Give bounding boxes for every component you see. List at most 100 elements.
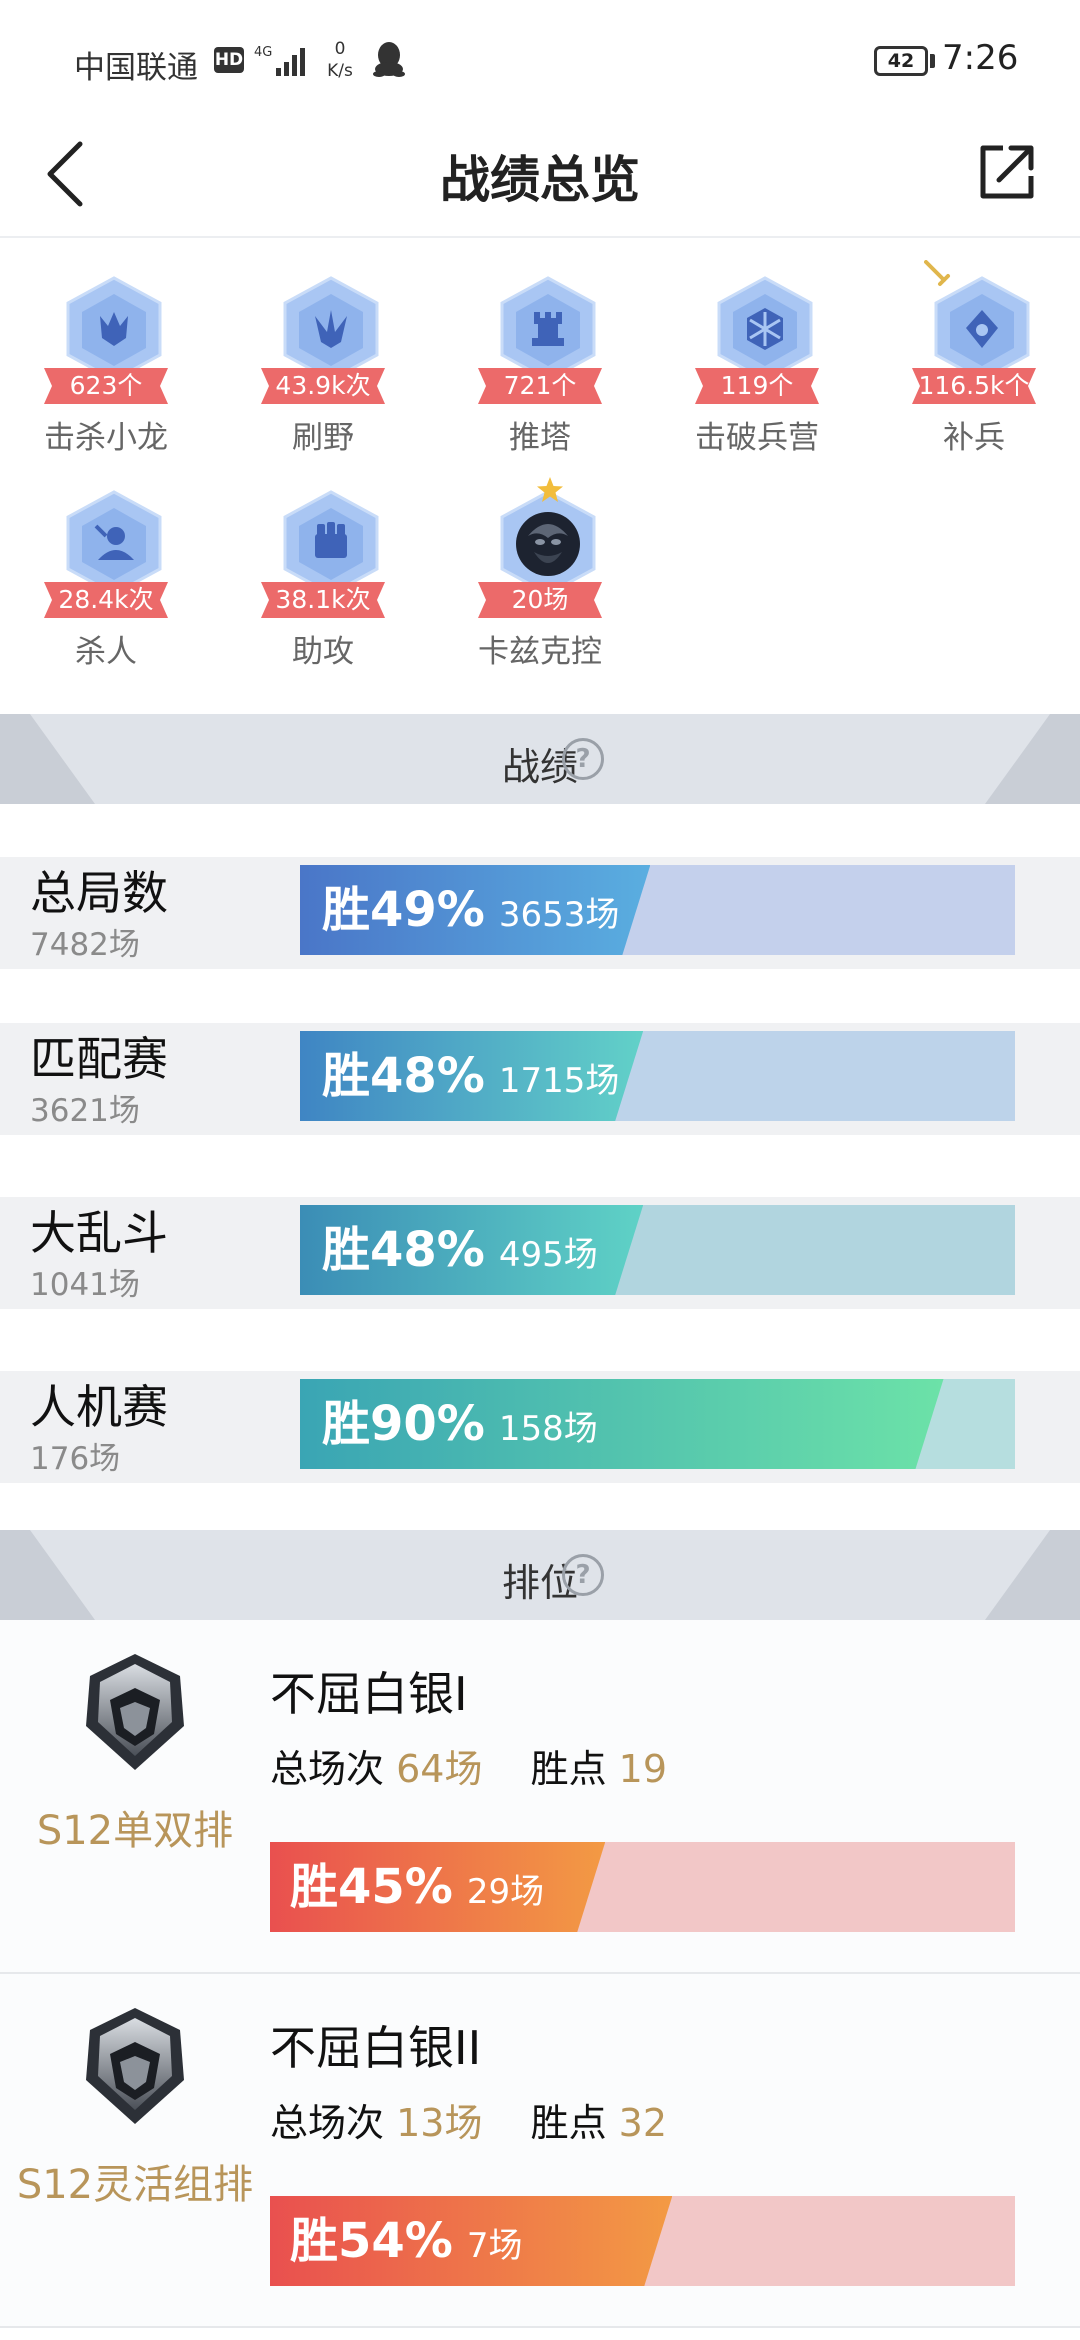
carrier-label: 中国联通 bbox=[74, 50, 198, 86]
help-icon[interactable]: ? bbox=[562, 1554, 604, 1596]
bar-label: 胜48% 495场 bbox=[322, 1205, 598, 1295]
net-speed-value: 0 bbox=[334, 39, 346, 59]
stat-row-total[interactable]: 总局数 7482场 胜49% 3653场 bbox=[0, 857, 1080, 969]
wins-count: 158场 bbox=[498, 1409, 598, 1449]
signal-icon: 4G bbox=[254, 45, 305, 76]
minion-icon bbox=[934, 276, 1030, 382]
badge-label: 助攻 bbox=[292, 634, 354, 670]
battery-cap bbox=[930, 54, 935, 68]
season-queue-label: S12灵活组排 bbox=[16, 2162, 254, 2208]
points-label: 胜点 bbox=[530, 2101, 607, 2145]
silver-rank-emblem-icon bbox=[86, 1654, 184, 1770]
badge-hero-mastery[interactable]: 20场 卡兹克控 bbox=[450, 452, 630, 670]
kill-icon bbox=[66, 490, 162, 596]
dragon-icon bbox=[66, 276, 162, 382]
badge-label: 刷野 bbox=[292, 420, 354, 456]
wins-count: 29场 bbox=[466, 1872, 545, 1912]
clock: 7:26 bbox=[942, 38, 1019, 78]
rank-meta: 总场次 64场 胜点 19 bbox=[270, 1738, 667, 1793]
win-rate-bar: 胜90% 158场 bbox=[300, 1379, 1015, 1469]
bar-label: 胜48% 1715场 bbox=[322, 1031, 619, 1121]
badge-jungle[interactable]: 43.9k次 刷野 bbox=[233, 238, 413, 456]
stat-row-aram[interactable]: 大乱斗 1041场 胜48% 495场 bbox=[0, 1197, 1080, 1309]
season-queue-label: S12单双排 bbox=[36, 1808, 234, 1854]
win-rate-text: 胜45% bbox=[290, 1859, 453, 1915]
battery-icon: 42 bbox=[874, 46, 928, 76]
badge-value: 38.1k次 bbox=[275, 585, 371, 614]
section-header-ranked: 排位 ? bbox=[0, 1530, 1080, 1620]
win-rate-text: 胜49% bbox=[322, 882, 485, 938]
tower-icon bbox=[500, 276, 596, 382]
assist-icon bbox=[283, 490, 379, 596]
stat-row-bot[interactable]: 人机赛 176场 胜90% 158场 bbox=[0, 1371, 1080, 1483]
bar-label: 胜49% 3653场 bbox=[322, 865, 619, 955]
badge-value: 43.9k次 bbox=[275, 371, 371, 400]
badge-value: 116.5k个 bbox=[918, 371, 1030, 400]
badge-minions[interactable]: 116.5k个 补兵 bbox=[884, 238, 1064, 456]
games-count: 13场 bbox=[396, 2101, 483, 2145]
barracks-icon bbox=[717, 276, 813, 382]
badge-label: 击破兵营 bbox=[695, 420, 819, 456]
badge-assists[interactable]: 38.1k次 助攻 bbox=[233, 452, 413, 670]
badge-label: 杀人 bbox=[75, 634, 137, 670]
section-title: 战绩 bbox=[501, 745, 578, 789]
qq-icon bbox=[373, 42, 405, 77]
bar-label: 胜54% 7场 bbox=[290, 2196, 523, 2286]
badge-value: 721个 bbox=[503, 371, 577, 400]
battery-level: 42 bbox=[887, 50, 915, 72]
stat-name: 大乱斗 bbox=[30, 1206, 168, 1260]
games-label: 总场次 bbox=[270, 1747, 385, 1791]
net-speed: 0 K/s bbox=[320, 38, 360, 82]
badge-value: 28.4k次 bbox=[58, 585, 154, 614]
games-count: 64场 bbox=[396, 1747, 483, 1791]
svg-text:4G: 4G bbox=[254, 45, 272, 60]
rank-tier: 不屈白银II bbox=[270, 2021, 482, 2075]
stat-total-games: 3621场 bbox=[30, 1093, 140, 1129]
stat-name: 人机赛 bbox=[30, 1380, 168, 1434]
badge-kills[interactable]: 28.4k次 杀人 bbox=[16, 452, 196, 670]
wins-count: 7场 bbox=[466, 2226, 523, 2266]
points-value: 19 bbox=[618, 1747, 668, 1791]
badge-value: 623个 bbox=[69, 371, 143, 400]
help-icon[interactable]: ? bbox=[562, 738, 604, 780]
badge-value: 119个 bbox=[720, 371, 794, 400]
stat-total-games: 176场 bbox=[30, 1441, 121, 1477]
win-rate-bar: 胜54% 7场 bbox=[270, 2196, 1015, 2286]
win-rate-bar: 胜45% 29场 bbox=[270, 1842, 1015, 1932]
win-rate-bar: 胜48% 495场 bbox=[300, 1205, 1015, 1295]
badge-barracks[interactable]: 119个 击破兵营 bbox=[667, 238, 847, 456]
rank-row-solo[interactable]: S12单双排 不屈白银I 总场次 64场 胜点 19 胜45% 29场 bbox=[0, 1620, 1080, 1974]
hero-portrait-icon bbox=[500, 490, 596, 596]
net-speed-unit: K/s bbox=[327, 61, 353, 81]
win-rate-text: 胜48% bbox=[322, 1222, 485, 1278]
stat-total-games: 7482场 bbox=[30, 927, 140, 963]
star-icon bbox=[537, 477, 563, 502]
achievement-badges: 623个 击杀小龙 43.9k次 刷野 721个 推塔 119个 击破兵营 11… bbox=[0, 238, 1080, 714]
win-rate-bar: 胜49% 3653场 bbox=[300, 865, 1015, 955]
stat-total-games: 1041场 bbox=[30, 1267, 140, 1303]
points-value: 32 bbox=[618, 2101, 668, 2145]
badge-label: 卡兹克控 bbox=[478, 634, 602, 670]
rank-tier: 不屈白银I bbox=[270, 1667, 468, 1721]
hd-icon: HD bbox=[214, 47, 244, 73]
rank-row-flex[interactable]: S12灵活组排 不屈白银II 总场次 13场 胜点 32 胜54% 7场 bbox=[0, 1974, 1080, 2328]
badge-dragon-kills[interactable]: 623个 击杀小龙 bbox=[16, 238, 196, 456]
win-rate-text: 胜90% bbox=[322, 1396, 485, 1452]
badge-towers[interactable]: 721个 推塔 bbox=[450, 238, 630, 456]
badge-label: 击杀小龙 bbox=[44, 420, 168, 456]
games-label: 总场次 bbox=[270, 2101, 385, 2145]
wins-count: 3653场 bbox=[498, 895, 620, 935]
wins-count: 1715场 bbox=[498, 1061, 620, 1101]
badge-label: 推塔 bbox=[509, 420, 571, 456]
win-rate-bar: 胜48% 1715场 bbox=[300, 1031, 1015, 1121]
stat-row-normal[interactable]: 匹配赛 3621场 胜48% 1715场 bbox=[0, 1023, 1080, 1135]
wins-count: 495场 bbox=[498, 1235, 598, 1275]
section-title: 排位 bbox=[501, 1561, 578, 1605]
bar-label: 胜45% 29场 bbox=[290, 1842, 544, 1932]
badge-label: 补兵 bbox=[943, 420, 1005, 456]
status-bar: 中国联通 HD 4G 0 K/s 42 7:26 bbox=[0, 0, 1080, 110]
stat-name: 匹配赛 bbox=[30, 1032, 168, 1086]
win-rate-text: 胜54% bbox=[290, 2213, 453, 2269]
rank-meta: 总场次 13场 胜点 32 bbox=[270, 2092, 667, 2147]
share-icon[interactable] bbox=[975, 140, 1039, 204]
